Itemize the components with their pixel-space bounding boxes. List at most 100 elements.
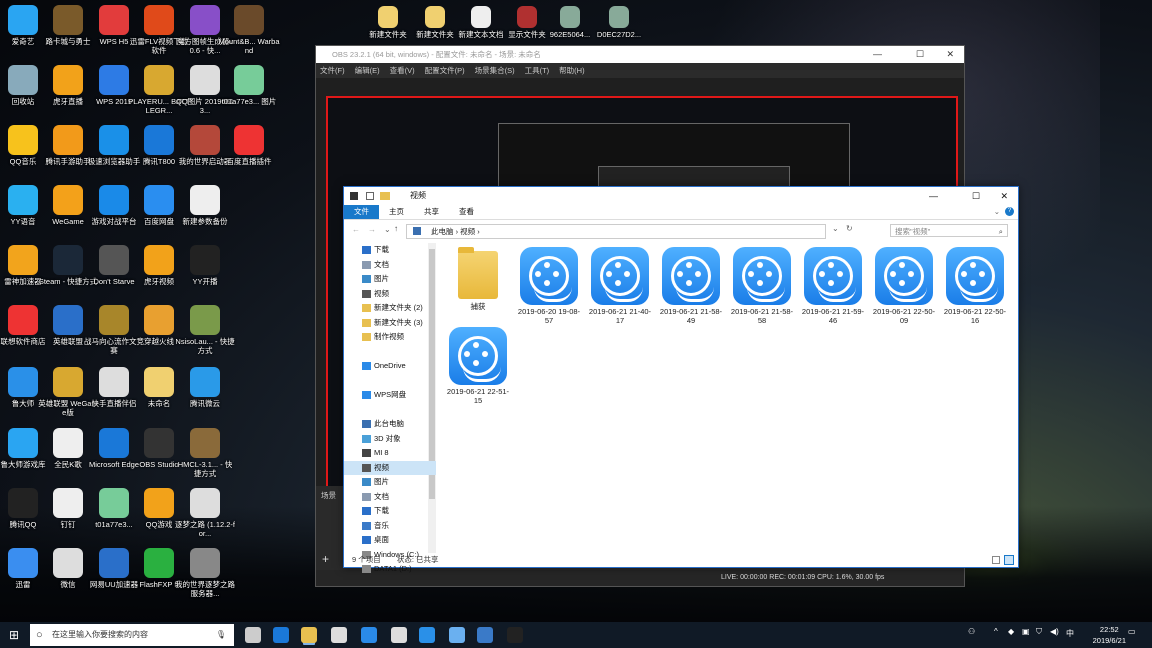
mail-icon[interactable] xyxy=(391,627,407,643)
microphone-icon[interactable]: 🎙 xyxy=(216,624,226,646)
desktop-icon[interactable]: NsisoLau... - 快捷方式 xyxy=(174,305,236,355)
video-file-item[interactable]: 2019-06-21 21-58-49 xyxy=(657,247,725,325)
desktop-icon[interactable]: t01a77e3... 图片 xyxy=(218,65,280,106)
search-input[interactable]: 搜索"视频" ⌕ xyxy=(890,224,1008,237)
ribbon-tab[interactable]: 文件 xyxy=(344,205,379,219)
taskbar-search[interactable]: ○ 在这里输入你要搜索的内容 🎙 xyxy=(30,624,234,646)
properties-icon[interactable] xyxy=(366,192,374,200)
nav-item[interactable]: 图片 xyxy=(344,272,436,287)
desktop-file[interactable]: D0EC27D2... xyxy=(594,6,644,39)
obs-menu-item[interactable]: 场景集合(S) xyxy=(475,66,515,75)
desktop-file[interactable]: 新建文本文档 xyxy=(456,6,506,39)
obs-menu-item[interactable]: 文件(F) xyxy=(320,66,345,75)
desktop-icon[interactable]: HMCL-3.1... - 快捷方式 xyxy=(174,428,236,478)
file-explorer-icon[interactable] xyxy=(301,627,317,643)
nav-item[interactable]: 新建文件夹 (3) xyxy=(344,316,436,331)
folder-icon[interactable] xyxy=(380,192,390,200)
notification-icon[interactable]: ▭ xyxy=(1128,627,1136,636)
ribbon-tab[interactable]: 共享 xyxy=(414,205,449,219)
window-menu-icon[interactable] xyxy=(350,192,358,200)
address-bar[interactable]: 此电脑 › 视频 › xyxy=(406,224,826,239)
video-file-item[interactable]: 2019-06-21 21-40-17 xyxy=(586,247,654,325)
network-icon[interactable]: ▣ xyxy=(1022,627,1030,636)
nav-item[interactable]: 3D 对象 xyxy=(344,432,436,447)
nav-item[interactable]: 图片 xyxy=(344,475,436,490)
nav-item[interactable]: 下载 xyxy=(344,504,436,519)
folder-item[interactable]: 捕获 xyxy=(444,247,512,311)
desktop-file[interactable]: 新建文件夹 xyxy=(410,6,460,39)
maximize-icon[interactable]: ☐ xyxy=(916,46,924,63)
ribbon-tab[interactable]: 查看 xyxy=(449,205,484,219)
nav-item[interactable]: WPS网盘 xyxy=(344,388,436,403)
chevron-down-icon[interactable]: ⌄ xyxy=(384,225,391,234)
minimize-icon[interactable]: — xyxy=(929,187,938,205)
chevron-up-icon[interactable]: ^ xyxy=(994,627,998,636)
obs-menu-item[interactable]: 帮助(H) xyxy=(559,66,584,75)
add-scene-button[interactable]: + xyxy=(322,552,329,566)
tray-app-icon[interactable]: ◆ xyxy=(1008,627,1014,636)
help-icon[interactable]: ? xyxy=(1005,207,1014,216)
desktop-icon[interactable]: YY开播 xyxy=(174,245,236,286)
desktop-icon[interactable]: 我的世界逐梦之路服务器... xyxy=(174,548,236,598)
video-file-item[interactable]: 2019-06-21 22-50-16 xyxy=(941,247,1009,325)
ribbon-tab[interactable]: 主页 xyxy=(379,205,414,219)
nav-item[interactable]: MI 8 xyxy=(344,446,436,461)
chevron-down-icon[interactable]: ⌄ xyxy=(994,205,1000,219)
volume-icon[interactable]: ◀) xyxy=(1050,627,1059,636)
large-icons-view-icon[interactable] xyxy=(1004,555,1014,565)
nav-item[interactable] xyxy=(344,403,436,418)
obs-titlebar[interactable]: OBS 23.2.1 (64 bit, windows) - 配置文件: 未命名… xyxy=(316,46,964,63)
nav-item[interactable]: 新建文件夹 (2) xyxy=(344,301,436,316)
desktop-icon[interactable]: 新建参数备份 xyxy=(174,185,236,226)
obs-menu-item[interactable]: 查看(V) xyxy=(390,66,415,75)
forward-icon[interactable]: → xyxy=(368,225,376,234)
explorer-titlebar[interactable]: 视频 — ☐ ✕ xyxy=(344,187,1018,205)
nav-item[interactable] xyxy=(344,345,436,360)
minimize-icon[interactable]: — xyxy=(873,46,882,63)
security-icon[interactable]: ⛉ xyxy=(1036,627,1042,637)
video-file-item[interactable]: 2019-06-21 21-59-46 xyxy=(799,247,867,325)
monitor-app-icon[interactable] xyxy=(477,627,493,643)
desktop-icon[interactable]: 百度直播插件 xyxy=(218,125,280,166)
edge-icon[interactable] xyxy=(273,627,289,643)
refresh-icon[interactable]: ↻ xyxy=(846,224,853,233)
nav-item[interactable]: 文档 xyxy=(344,490,436,505)
desktop-file[interactable]: 962E5064... xyxy=(545,6,595,39)
maximize-icon[interactable]: ☐ xyxy=(972,187,980,205)
nav-item[interactable]: 桌面 xyxy=(344,533,436,548)
breadcrumb[interactable]: 此电脑 › 视频 › xyxy=(431,225,480,238)
clock-app-icon[interactable] xyxy=(361,627,377,643)
explorer-window[interactable]: 视频 — ☐ ✕ 文件 主页 共享 查看 ⌄ ? ← → ⌄ ↑ 此电脑 › 视频 › … xyxy=(343,186,1019,573)
video-file-item[interactable]: 2019-06-20 19-08-57 xyxy=(515,247,583,325)
video-file-item[interactable]: 2019-06-21 21-58-58 xyxy=(728,247,796,325)
nav-item[interactable]: 视频 xyxy=(344,460,436,475)
nav-item[interactable]: 视频 xyxy=(344,287,436,302)
obs-menu-item[interactable]: 工具(T) xyxy=(525,66,550,75)
nav-item[interactable]: 下载 xyxy=(344,243,436,258)
store-icon[interactable] xyxy=(331,627,347,643)
details-view-icon[interactable] xyxy=(992,556,1000,564)
close-icon[interactable]: ✕ xyxy=(946,46,954,63)
obs-menu-item[interactable]: 编辑(E) xyxy=(355,66,380,75)
desktop-icon[interactable]: Mount&B... Warband xyxy=(218,5,280,55)
chevron-down-icon[interactable]: ⌄ xyxy=(832,224,839,233)
people-icon[interactable]: ⚇ xyxy=(968,627,975,636)
close-icon[interactable]: ✕ xyxy=(1000,187,1008,205)
nav-item[interactable]: 音乐 xyxy=(344,519,436,534)
up-icon[interactable]: ↑ xyxy=(394,224,398,233)
ime-indicator[interactable]: 中 xyxy=(1066,628,1074,639)
clock[interactable]: 22:52 2019/6/21 xyxy=(1093,624,1126,646)
desktop-icon[interactable]: 腾讯微云 xyxy=(174,367,236,408)
obs-menu-item[interactable]: 配置文件(P) xyxy=(425,66,465,75)
back-icon[interactable]: ← xyxy=(352,225,360,234)
desktop-icon[interactable]: 逐梦之路 (1.12.2-for... xyxy=(174,488,236,538)
browser-icon[interactable] xyxy=(419,627,435,643)
nav-item[interactable]: 制作视频 xyxy=(344,330,436,345)
nav-item[interactable]: 此台电脑 xyxy=(344,417,436,432)
video-file-item[interactable]: 2019-06-21 22-50-09 xyxy=(870,247,938,325)
nav-item[interactable] xyxy=(344,374,436,389)
messenger-icon[interactable] xyxy=(449,627,465,643)
nav-item[interactable]: 文档 xyxy=(344,258,436,273)
obs-icon[interactable] xyxy=(507,627,523,643)
desktop-file[interactable]: 新建文件夹 xyxy=(363,6,413,39)
